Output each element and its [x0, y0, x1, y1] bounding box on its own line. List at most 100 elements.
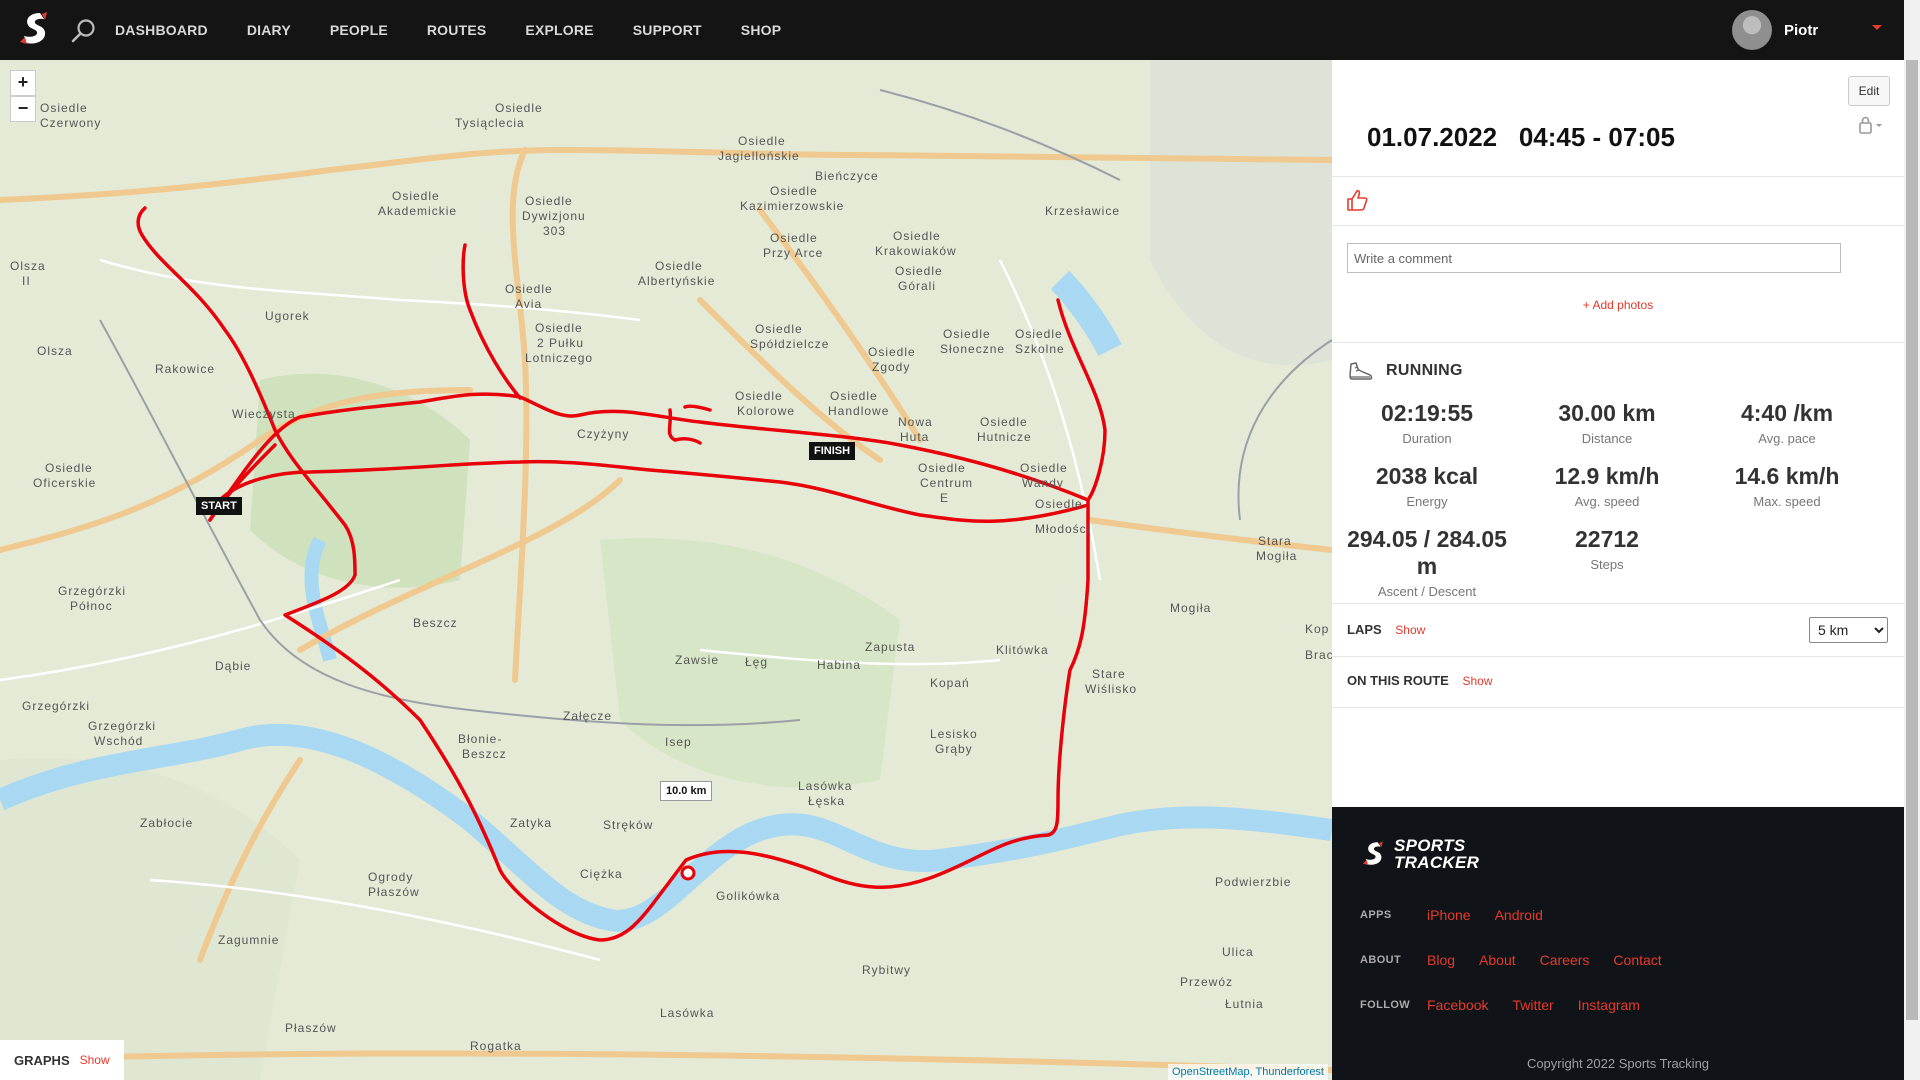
map-label: Osiedle	[830, 389, 878, 403]
map-label: Grąby	[935, 742, 973, 756]
footer-apps-label: APPS	[1360, 909, 1392, 921]
on-this-route-show-link[interactable]: Show	[1462, 674, 1492, 688]
stat-max-speed: 14.6 km/h Max. speed	[1697, 463, 1877, 509]
start-marker[interactable]: START	[196, 497, 242, 515]
stat-value: 4:40 /km	[1740, 400, 1834, 426]
zoom-in-button[interactable]: +	[10, 70, 36, 96]
map-label: Ogrody	[368, 870, 413, 884]
graphs-show-link[interactable]: Show	[80, 1053, 110, 1067]
map-label: Zapusta	[865, 640, 915, 654]
footer-link-blog[interactable]: Blog	[1427, 952, 1455, 968]
map-attribution[interactable]: OpenStreetMap, Thunderforest	[1167, 1064, 1328, 1080]
map-label: Osiedle	[918, 461, 966, 475]
map-label: Zawsie	[675, 653, 719, 667]
user-menu[interactable]: Piotr	[1732, 10, 1818, 50]
route-map[interactable]: Osiedle Tysiąclecia Osiedle Jagielloński…	[0, 60, 1332, 1080]
map-label: Olsza	[10, 259, 46, 273]
edit-button[interactable]: Edit	[1848, 76, 1890, 106]
divider	[1332, 603, 1904, 604]
chevron-down-icon[interactable]	[1872, 25, 1882, 30]
sports-tracker-logo-icon[interactable]	[16, 10, 54, 48]
map-canvas[interactable]: Osiedle Tysiąclecia Osiedle Jagielloński…	[0, 60, 1332, 1080]
user-name[interactable]: Piotr	[1784, 22, 1818, 39]
thumbs-up-icon[interactable]	[1346, 188, 1368, 212]
sports-tracker-logo-icon	[1362, 841, 1383, 866]
map-label: Osiedle	[1020, 461, 1068, 475]
map-label: Osiedle	[392, 189, 440, 203]
map-label: Czerwony	[40, 116, 101, 130]
nav-dashboard[interactable]: DASHBOARD	[115, 22, 208, 38]
footer-follow-label: FOLLOW	[1360, 999, 1411, 1011]
nav-diary[interactable]: DIARY	[247, 22, 291, 38]
search-icon[interactable]	[70, 17, 98, 45]
map-label: Akademickie	[378, 204, 457, 218]
activity-type: RUNNING	[1386, 362, 1463, 379]
map-label: Stręków	[603, 818, 653, 832]
map-label: Osiedle	[770, 184, 818, 198]
map-label: Wieczysta	[232, 407, 296, 421]
laps-show-link[interactable]: Show	[1395, 623, 1425, 637]
logo-line2: TRACKER	[1394, 853, 1480, 872]
lock-icon[interactable]	[1856, 115, 1886, 135]
map-label: Olsza	[37, 344, 73, 358]
map-label: Osiedle	[868, 345, 916, 359]
on-this-route-label: ON THIS ROUTE	[1347, 673, 1449, 688]
copyright: Copyright 2022 Sports Tracking	[1526, 1056, 1710, 1071]
footer-apps-row: APPS iPhone Android	[1360, 907, 1567, 923]
map-label: Mogiła	[1256, 549, 1297, 563]
map-label: Beszcz	[462, 747, 507, 761]
graphs-bar: GRAPHS Show	[0, 1040, 124, 1080]
map-label: Golikówka	[716, 889, 780, 903]
map-label: Płaszów	[368, 885, 420, 899]
map-label: Nowa	[898, 415, 933, 429]
footer-link-about[interactable]: About	[1479, 952, 1516, 968]
nav-explore[interactable]: EXPLORE	[525, 22, 593, 38]
footer-link-contact[interactable]: Contact	[1613, 952, 1661, 968]
footer-link-iphone[interactable]: iPhone	[1427, 907, 1471, 923]
comment-input[interactable]	[1347, 243, 1841, 273]
km-marker-label: 10.0 km	[660, 781, 713, 801]
footer-logo[interactable]: SPORTS TRACKER	[1360, 837, 1479, 871]
nav-shop[interactable]: SHOP	[741, 22, 781, 38]
footer-link-careers[interactable]: Careers	[1540, 952, 1590, 968]
footer-link-instagram[interactable]: Instagram	[1578, 997, 1640, 1013]
stat-avg-pace: 4:40 /km Avg. pace	[1697, 400, 1877, 446]
map-label: Osiedle	[895, 264, 943, 278]
map-label: Słoneczne	[940, 342, 1005, 356]
graphs-label: GRAPHS	[14, 1052, 70, 1068]
zoom-out-button[interactable]: −	[10, 96, 36, 122]
divider	[1332, 707, 1904, 708]
nav-support[interactable]: SUPPORT	[633, 22, 702, 38]
finish-marker[interactable]: FINISH	[809, 442, 856, 460]
map-label: Wandy	[1022, 476, 1064, 490]
running-shoe-icon	[1349, 362, 1373, 380]
map-label: Płaszów	[285, 1021, 337, 1035]
map-label: Grzegórzki	[88, 719, 156, 733]
map-label: Jagiellońskie	[718, 149, 800, 163]
map-label: Grzegórzki	[58, 584, 126, 598]
add-photos-link[interactable]: + Add photos	[1332, 298, 1904, 312]
nav-routes[interactable]: ROUTES	[427, 22, 487, 38]
map-label: Centrum	[920, 476, 973, 490]
workout-panel: Edit 01.07.2022 04:45 - 07:05 + Add phot…	[1332, 60, 1904, 807]
map-label: Osiedle	[943, 327, 991, 341]
footer-about-row: ABOUT Blog About Careers Contact	[1360, 952, 1686, 968]
lap-distance-select[interactable]: 5 km	[1809, 617, 1888, 643]
map-label: Kolorowe	[737, 404, 795, 418]
map-label: Spółdzielcze	[750, 337, 829, 351]
divider	[1332, 176, 1904, 177]
nav-people[interactable]: PEOPLE	[330, 22, 388, 38]
divider	[1332, 342, 1904, 343]
map-label: Rakowice	[155, 362, 215, 376]
footer-link-twitter[interactable]: Twitter	[1512, 997, 1553, 1013]
map-label: Oficerskie	[33, 476, 96, 490]
scrollbar-thumb[interactable]	[1906, 60, 1918, 1020]
map-label: Krzesławice	[1045, 204, 1120, 218]
footer-link-facebook[interactable]: Facebook	[1427, 997, 1488, 1013]
map-label: Zatyka	[510, 816, 552, 830]
km-marker-dot[interactable]	[680, 865, 696, 881]
avatar[interactable]	[1732, 10, 1772, 50]
footer-link-android[interactable]: Android	[1495, 907, 1543, 923]
workout-title: 01.07.2022 04:45 - 07:05	[1367, 122, 1675, 153]
map-label: Lesisko	[930, 727, 978, 741]
